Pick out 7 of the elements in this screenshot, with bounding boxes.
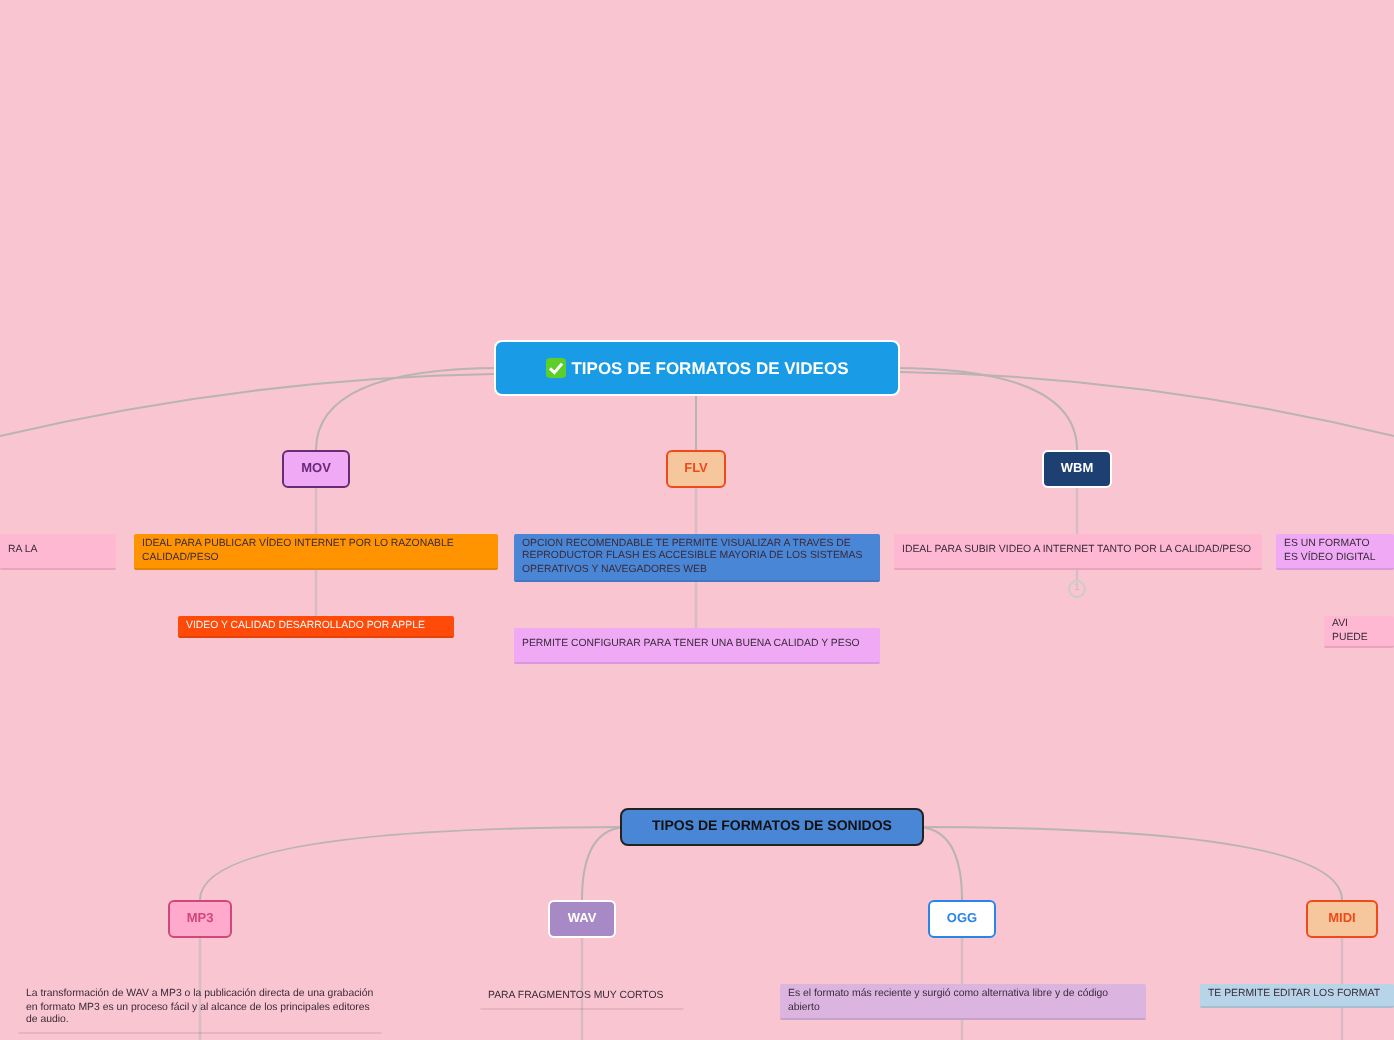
connector-line <box>580 938 584 1040</box>
check-icon <box>545 358 566 378</box>
central-topic[interactable]: TIPOS DE FORMATOS DE VIDEOS <box>494 340 900 396</box>
connector-line <box>198 938 202 1040</box>
connector-line <box>1075 488 1079 534</box>
connector-line <box>695 395 697 451</box>
central-topic-title: TIPOS DE FORMATOS DE VIDEOS <box>571 358 849 378</box>
